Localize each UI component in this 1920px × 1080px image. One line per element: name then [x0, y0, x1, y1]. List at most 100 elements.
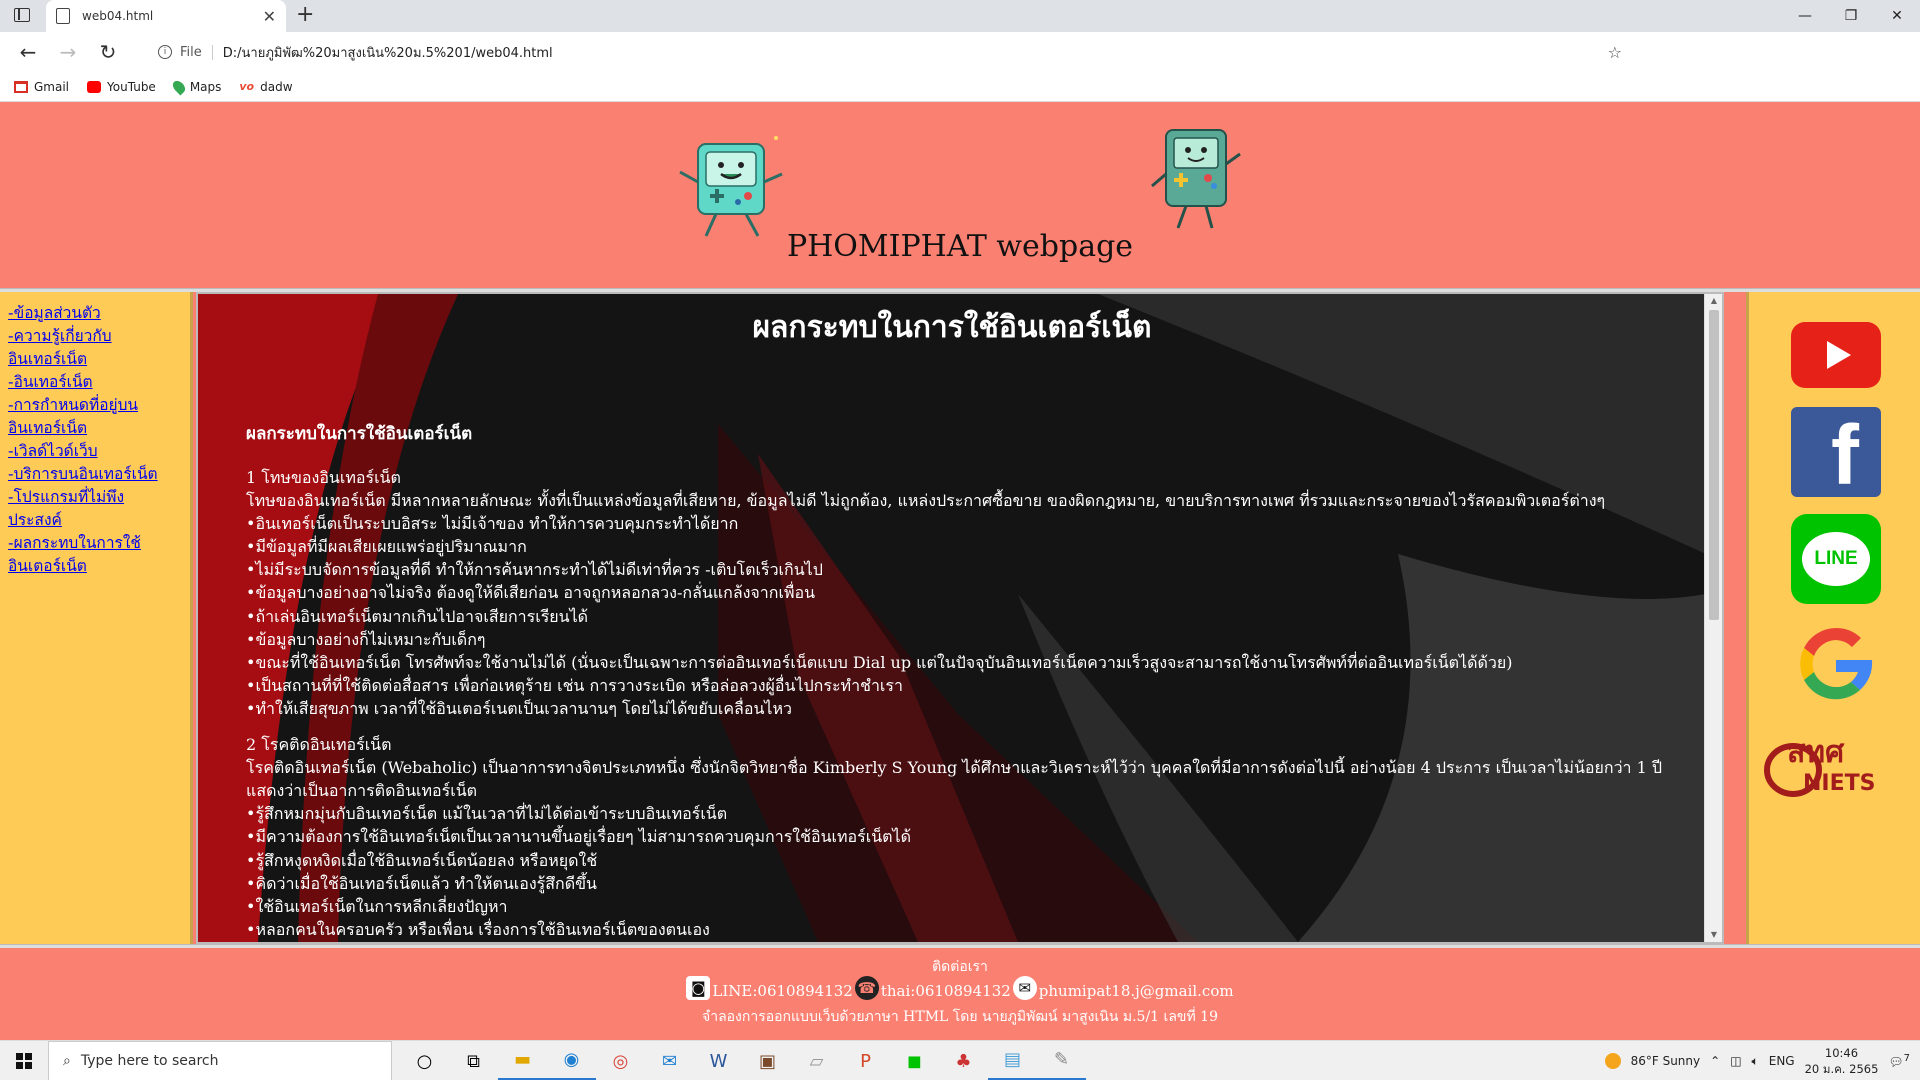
nav-link-internet-services[interactable]: -บริการบนอินเทอร์เน็ต	[8, 463, 190, 486]
site-title: PHOMIPHAT webpage	[786, 229, 1134, 264]
tab-title: web04.html	[82, 9, 154, 23]
url-text[interactable]: D:/นายภูมิพัฒ%20มาสูงเนิน%20ม.5%201/web0…	[223, 42, 553, 63]
nav-link-internet-knowledge[interactable]: -ความรู้เกี่ยวกับ	[8, 325, 190, 348]
nav-link-internet-impact[interactable]: -ผลกระทบในการใช้	[8, 532, 190, 555]
content-line: โทษของอินเทอร์เน็ต มีหลากหลายลักษณะ ทั้ง…	[246, 491, 1606, 511]
paint-icon[interactable]: ✎	[1037, 1041, 1086, 1080]
nav-link-internet-impact[interactable]: อินเตอร์เน็ต	[8, 555, 190, 578]
close-window-button[interactable]: ✕	[1874, 0, 1920, 32]
content-line: •คิดว่าเมื่อใช้อินเทอร์เน็ตแล้ว ทำให้ตนเ…	[246, 873, 597, 893]
tab-actions-icon[interactable]	[14, 8, 30, 22]
windows-taskbar: ⌕ Type here to search ○ ⧉ ▬ ◉ ◎ ✉ W ▣ ▱ …	[0, 1040, 1920, 1080]
notifications-icon[interactable]: 💬︎7	[1888, 1053, 1910, 1069]
restore-button[interactable]: ❐	[1828, 0, 1874, 32]
url-field[interactable]: i File D:/นายภูมิพัฒ%20มาสูงเนิน%20ม.5%2…	[146, 36, 1634, 68]
content-text: 1 โทษของอินเทอร์เน็ต โทษของอินเทอร์เน็ต …	[246, 466, 1666, 941]
line-link[interactable]: LINE	[1791, 514, 1881, 604]
system-tray: 86°F Sunny ⌃ ◫ 🔈︎ ENG 10:46 20 ม.ค. 2565…	[1604, 1041, 1920, 1080]
content-body: ผลกระทบในการใช้อินเตอร์เน็ต ผลกระทบในการ…	[198, 294, 1706, 942]
network-icon[interactable]: ◫	[1730, 1054, 1741, 1068]
forward-button[interactable]: →	[48, 32, 88, 72]
content-line: •รู้สึกหงุดหงิดเมื่อใช้อินเทอร์เน็ตน้อยล…	[246, 850, 598, 870]
content-line: •เป็นสถานที่ที่ใช้ติดต่อสื่อสาร เพื่อก่อ…	[246, 675, 903, 695]
content-line: •ข้อมูลบางอย่างก็ไม่เหมาะกับเด็กๆ	[246, 629, 486, 649]
bookmark-label: YouTube	[107, 79, 156, 94]
content-line: •ใช้อินเทอร์เน็ตในการหลีกเลี่ยงปัญหา	[246, 896, 508, 916]
scroll-down-icon[interactable]: ▼	[1705, 928, 1722, 942]
chrome-icon[interactable]: ◎	[596, 1041, 645, 1080]
content-line: •ข้อมูลบางอย่างอาจไม่จริง ต้องดูให้ดีเสี…	[246, 583, 816, 603]
bookmark-label: dadw	[260, 79, 293, 94]
phone-icon: ☎	[854, 976, 879, 1000]
bookmark-dadw[interactable]: vo dadw	[239, 80, 292, 94]
nav-link-www[interactable]: -เวิลด์ไวด์เว็บ	[8, 440, 190, 463]
edge-icon[interactable]: ◉	[547, 1041, 596, 1080]
content-iframe[interactable]: ผลกระทบในการใช้อินเตอร์เน็ต ผลกระทบในการ…	[196, 292, 1724, 944]
page-header: PHOMIPHAT webpage	[0, 102, 1920, 288]
nav-link-malware[interactable]: -โปรแกรมที่ไม่พึง	[8, 486, 190, 509]
nav-link-internet-addressing[interactable]: -การกำหนดที่อยู่บน	[8, 394, 190, 417]
language-indicator[interactable]: ENG	[1769, 1054, 1795, 1068]
scroll-up-icon[interactable]: ▲	[1705, 294, 1722, 308]
bookmark-label: Maps	[189, 79, 222, 94]
content-scrollbar[interactable]: ▲ ▼	[1704, 294, 1722, 942]
taskbar-search-box[interactable]: ⌕ Type here to search	[48, 1041, 392, 1080]
browser-tab[interactable]: web04.html ✕	[46, 0, 286, 32]
niets-link[interactable]: สทศ NIETS	[1763, 732, 1905, 804]
bookmark-label: Gmail	[34, 79, 70, 94]
clock[interactable]: 10:46 20 ม.ค. 2565	[1805, 1045, 1879, 1077]
weather-text[interactable]: 86°F Sunny	[1631, 1054, 1701, 1068]
svg-text:สทศ: สทศ	[1787, 735, 1845, 770]
add-favorite-icon[interactable]: ☆	[1608, 43, 1622, 62]
facebook-link[interactable]: f	[1791, 407, 1881, 497]
clock-time: 10:46	[1824, 1046, 1859, 1060]
line-chat-icon: ◙	[686, 976, 711, 1000]
bookmark-youtube[interactable]: YouTube	[87, 80, 156, 94]
line-icon: LINE	[1802, 532, 1870, 586]
search-placeholder: Type here to search	[80, 1053, 219, 1069]
title-bar: web04.html ✕ + — ❐ ✕	[0, 0, 1920, 32]
app-icon[interactable]: ♣	[939, 1041, 988, 1080]
volume-icon[interactable]: 🔈︎	[1752, 1054, 1759, 1069]
powerpoint-icon[interactable]: P	[841, 1041, 890, 1080]
scrollbar-thumb[interactable]	[1709, 310, 1719, 620]
youtube-link[interactable]	[1791, 322, 1881, 388]
minimize-button[interactable]: —	[1782, 0, 1828, 32]
dadw-icon: vo	[239, 80, 255, 93]
nav-link-internet-knowledge[interactable]: อินเทอร์เน็ต	[8, 348, 190, 371]
svg-text:NIETS: NIETS	[1803, 771, 1875, 796]
phone-contact-text: thai:0610894132	[880, 982, 1011, 1000]
show-hidden-icons-icon[interactable]: ⌃	[1710, 1054, 1720, 1068]
word-icon[interactable]: W	[694, 1041, 743, 1080]
app-icon[interactable]: ▱	[792, 1041, 841, 1080]
google-link[interactable]	[1791, 622, 1881, 706]
file-explorer-icon[interactable]: ▬	[498, 1041, 547, 1080]
web-page: PHOMIPHAT webpage -ข้อมูลส่วนตัว -ความรู…	[0, 102, 1920, 1040]
info-icon[interactable]: i	[158, 45, 172, 59]
notepad-icon[interactable]: ▤	[988, 1041, 1037, 1080]
back-button[interactable]: ←	[8, 32, 48, 72]
nav-link-internet-addressing[interactable]: อินเทอร์เน็ต	[8, 417, 190, 440]
app-icon[interactable]: ▣	[743, 1041, 792, 1080]
refresh-button[interactable]: ↻	[88, 32, 128, 72]
bookmark-maps[interactable]: Maps	[170, 78, 222, 95]
niets-logo-icon: สทศ NIETS	[1764, 735, 1875, 797]
weather-sun-icon[interactable]	[1604, 1053, 1621, 1069]
task-view-icon[interactable]: ⧉	[449, 1041, 498, 1080]
bookmark-gmail[interactable]: Gmail	[14, 80, 69, 94]
cortana-icon[interactable]: ○	[400, 1041, 449, 1080]
content-line: โรคติดอินเทอร์เน็ต (Webaholic) เป็นอาการ…	[246, 758, 1663, 778]
nav-link-personal-info[interactable]: -ข้อมูลส่วนตัว	[8, 302, 190, 325]
new-tab-button[interactable]: +	[296, 2, 314, 27]
nav-link-malware[interactable]: ประสงค์	[8, 509, 190, 532]
tab-close-icon[interactable]: ✕	[263, 7, 276, 26]
content-line: •ถ้าเล่นอินเทอร์เน็ตมากเกินไปอาจเสียการเ…	[246, 606, 589, 626]
window-controls: — ❐ ✕	[1782, 0, 1920, 32]
mail-icon[interactable]: ✉	[645, 1041, 694, 1080]
line-app-icon[interactable]: ◼	[890, 1041, 939, 1080]
bmo-mascot-image	[679, 136, 783, 237]
file-icon	[56, 8, 70, 24]
nav-link-internet[interactable]: -อินเทอร์เน็ต	[8, 371, 190, 394]
email-contact: ✉ phumipat18.j@gmail.com	[1012, 976, 1234, 1000]
start-button[interactable]	[0, 1041, 48, 1080]
